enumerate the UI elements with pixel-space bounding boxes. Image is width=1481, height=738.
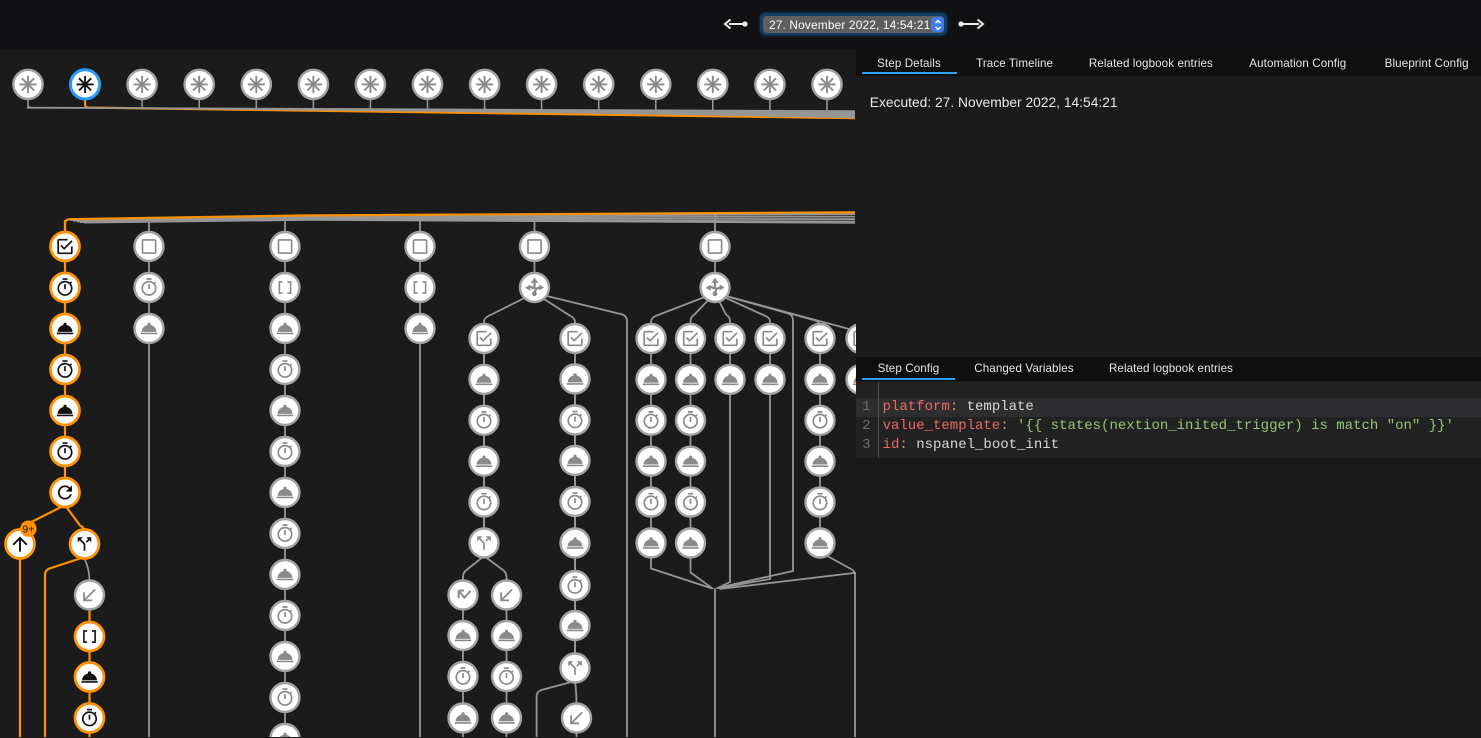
svg-text:9+: 9+ bbox=[22, 523, 34, 535]
